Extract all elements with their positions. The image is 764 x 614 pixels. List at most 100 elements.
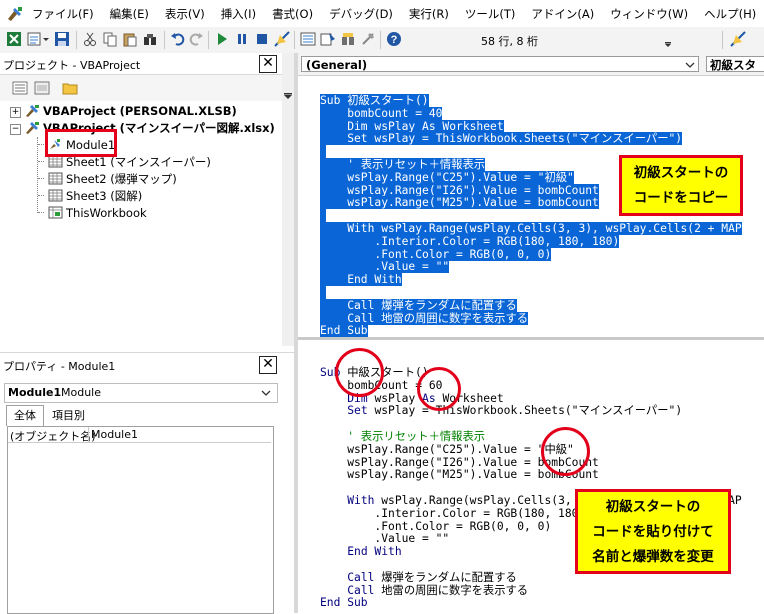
code-line[interactable] (320, 145, 326, 159)
menu-item[interactable]: 挿入(I) (221, 6, 256, 22)
properties-titlebar: プロパティ - Module1 ✕ (0, 352, 294, 375)
scroll-grip-icon (284, 93, 292, 99)
undo-icon[interactable] (170, 31, 186, 47)
code-line[interactable]: .Font.Color = RGB(0, 0, 0) (320, 247, 552, 261)
cut-icon[interactable] (82, 31, 98, 47)
menu-item[interactable]: 書式(O) (272, 6, 313, 22)
menu-item[interactable]: 表示(V) (165, 6, 205, 22)
toggle-folders-icon[interactable] (62, 80, 78, 96)
tree-item[interactable]: Sheet2 (爆弾マップ) (38, 171, 177, 188)
expand-icon[interactable]: + (10, 107, 21, 118)
code-line[interactable]: Call 地雷の周囲に数字を表示する (320, 311, 529, 325)
object-combo[interactable]: (General) (301, 56, 699, 72)
menu-item[interactable]: ヘルプ(H) (704, 6, 756, 22)
procedure-combo-value: 初級スタ (710, 58, 756, 72)
procedure-combo[interactable]: 初級スタ (706, 56, 764, 72)
project-icon (26, 105, 39, 117)
code-line[interactable]: Call 爆弾をランダムに配置する (320, 571, 517, 584)
code-line[interactable]: Dim wsPlay As Worksheet (320, 119, 504, 133)
chevron-down-icon (685, 62, 695, 68)
object-browser-icon[interactable] (340, 31, 356, 47)
design-mode-icon[interactable] (274, 31, 290, 47)
annotation-line: 名前と爆弾数を変更 (592, 549, 714, 565)
menu-item[interactable]: ウィンドウ(W) (610, 6, 688, 22)
redo-icon[interactable] (188, 31, 204, 47)
menu-item[interactable]: 編集(E) (110, 6, 149, 22)
view-object-icon[interactable] (34, 80, 50, 96)
code-line[interactable]: wsPlay.Range("M25").Value = bombCount (320, 196, 599, 210)
code-line[interactable]: wsPlay.Range("C25").Value = "中級" (320, 443, 574, 456)
code-line[interactable]: .Value = "" (320, 260, 450, 274)
project-explorer-icon[interactable] (300, 31, 316, 47)
tree-item[interactable]: + VBAProject (PERSONAL.XLSB) (10, 103, 237, 120)
tab-alphabetic[interactable]: 全体 (6, 405, 44, 426)
code-line[interactable]: Call 爆弾をランダムに配置する (320, 298, 517, 312)
copy-icon[interactable] (102, 31, 118, 47)
property-value[interactable]: Module1 (91, 428, 138, 441)
properties-icon[interactable] (320, 31, 336, 47)
tab-categorized[interactable]: 項目別 (52, 407, 85, 425)
menu-item[interactable]: 実行(R) (409, 6, 449, 22)
collapse-icon[interactable]: − (10, 124, 21, 135)
code-line[interactable]: .Value = "" (320, 532, 449, 545)
properties-tabs: 全体 項目別 (0, 405, 294, 426)
excel-icon[interactable] (6, 31, 22, 47)
dropdown-arrow-icon[interactable] (42, 31, 50, 47)
code-line[interactable]: Call 地雷の周囲に数字を表示する (320, 584, 528, 597)
project-close-button[interactable]: ✕ (259, 55, 277, 73)
property-row[interactable]: (オブジェクト名) Module1 (8, 427, 271, 443)
paste-icon[interactable] (122, 31, 138, 47)
project-scrollbar[interactable] (282, 53, 294, 346)
code-line[interactable] (320, 286, 326, 299)
properties-close-button[interactable]: ✕ (259, 356, 277, 374)
tree-connector (37, 137, 39, 213)
tree-item-label: Sheet1 (マインスイーパー) (66, 155, 211, 169)
run-icon[interactable] (214, 31, 230, 47)
vba-app-icon (8, 7, 22, 21)
code-line[interactable]: End Sub (320, 324, 368, 338)
code-line[interactable]: Sub 初級スタート() (320, 94, 429, 107)
annotation-line: コードを貼り付けて (592, 524, 714, 540)
menu-bar: ファイル(F) 編集(E) 表示(V) 挿入(I) 書式(O) デバッグ(D) 実行(R) ツ… (0, 0, 764, 28)
code-line[interactable]: wsPlay.Range("I26").Value = bombCount (320, 183, 599, 197)
tree-item-label: ThisWorkbook (66, 206, 147, 220)
find-icon[interactable] (142, 31, 158, 47)
code-line[interactable]: ' 表示リセット＋情報表示 (320, 158, 486, 171)
split-bar[interactable] (298, 337, 764, 340)
object-combo-value: (General) (306, 58, 368, 72)
code-line[interactable] (320, 209, 326, 223)
menu-item[interactable]: デバッグ(D) (329, 6, 393, 22)
tree-item[interactable]: ThisWorkbook (38, 205, 147, 222)
code-line[interactable]: With wsPlay.Range(wsPlay.Cells(3, 3), ws… (320, 222, 742, 235)
menu-item[interactable]: ツール(T) (465, 6, 516, 22)
code-line[interactable]: Set wsPlay = ThisWorkbook.Sheets("マインスイー… (320, 404, 682, 417)
code-line[interactable]: bombCount = 40 (320, 106, 443, 120)
menu-item[interactable]: ファイル(F) (32, 6, 94, 22)
tree-item[interactable]: Sheet3 (図解) (38, 188, 142, 205)
menu-item[interactable]: アドイン(A) (531, 6, 594, 22)
comment-icon[interactable] (730, 31, 746, 47)
help-icon[interactable]: ? (386, 31, 402, 47)
code-line[interactable]: wsPlay.Range("C25").Value = "初級" (320, 170, 574, 184)
reset-icon[interactable] (254, 31, 270, 47)
view-code-icon[interactable] (12, 80, 28, 96)
save-icon[interactable] (54, 31, 70, 47)
toolbox-icon[interactable] (360, 31, 376, 47)
annotation-line: 初級スタートの (605, 499, 701, 515)
standard-toolbar: ? 58 行, 8 桁 (0, 27, 764, 54)
toolbar-overflow-icon[interactable] (664, 31, 672, 47)
code-line[interactable]: End Sub (320, 596, 368, 609)
code-line[interactable]: Set wsPlay = ThisWorkbook.Sheets("マインスイー… (320, 132, 683, 146)
code-line[interactable]: End With (320, 273, 402, 287)
project-icon (26, 122, 39, 134)
object-selector[interactable]: Module1 Module (4, 383, 278, 403)
code-line[interactable]: .Font.Color = RGB(0, 0, 0) (320, 520, 551, 533)
code-line[interactable]: End With (320, 545, 401, 558)
project-explorer-titlebar: プロジェクト - VBAProject ✕ (0, 53, 282, 75)
insert-module-icon[interactable] (26, 31, 42, 47)
code-line[interactable]: .Interior.Color = RGB(180, 180, 180) (320, 234, 620, 248)
project-tree: + VBAProject (PERSONAL.XLSB) − VBAProject (… (0, 101, 282, 346)
break-icon[interactable] (234, 31, 250, 47)
annotation-copy-note: 初級スタートの コードをコピー (619, 155, 743, 216)
code-line[interactable]: ' 表示リセット＋情報表示 (320, 430, 485, 443)
